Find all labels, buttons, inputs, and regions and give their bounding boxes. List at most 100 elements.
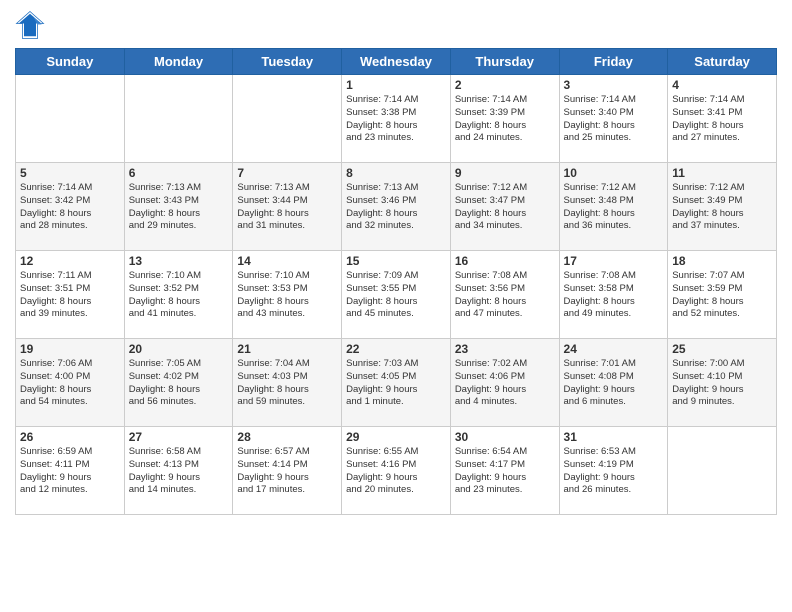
calendar-cell: 13Sunrise: 7:10 AM Sunset: 3:52 PM Dayli…: [124, 251, 233, 339]
day-info: Sunrise: 6:57 AM Sunset: 4:14 PM Dayligh…: [237, 446, 337, 497]
calendar-cell: 26 Sunrise: 6:59 AM Sunset: 4:11 PM Dayli…: [16, 427, 125, 515]
day-info: Sunrise: 7:07 AM Sunset: 3:59 PM Dayligh…: [672, 270, 772, 321]
logo-icon: [15, 10, 45, 40]
day-number: 27: [129, 430, 229, 444]
weekday-header-row: SundayMondayTuesdayWednesdayThursdayFrid…: [16, 49, 777, 75]
day-info: Sunrise: 7:13 AM Sunset: 3:46 PM Dayligh…: [346, 182, 446, 233]
calendar-week-row: 19 Sunrise: 7:06 AM Sunset: 4:00 PM Dayli…: [16, 339, 777, 427]
day-number: 22: [346, 342, 446, 356]
calendar-cell: [233, 75, 342, 163]
day-number: 18: [672, 254, 772, 268]
day-info: Sunrise: 7:12 AM Sunset: 3:48 PM Dayligh…: [564, 182, 664, 233]
day-info: Sunrise: 7:14 AM Sunset: 3:38 PM Dayligh…: [346, 94, 446, 145]
day-info: Sunrise: 7:10 AM Sunset: 3:53 PM Dayligh…: [237, 270, 337, 321]
day-info: Sunrise: 6:59 AM Sunset: 4:11 PM Dayligh…: [20, 446, 120, 497]
day-info: Sunrise: 7:03 AM Sunset: 4:05 PM Dayligh…: [346, 358, 446, 409]
calendar-cell: 12Sunrise: 7:11 AM Sunset: 3:51 PM Dayli…: [16, 251, 125, 339]
calendar-cell: 2 Sunrise: 7:14 AM Sunset: 3:39 PM Daylig…: [450, 75, 559, 163]
day-number: 16: [455, 254, 555, 268]
calendar-cell: 31Sunrise: 6:53 AM Sunset: 4:19 PM Dayli…: [559, 427, 668, 515]
header: [15, 10, 777, 40]
weekday-header-sunday: Sunday: [16, 49, 125, 75]
calendar-cell: 4 Sunrise: 7:14 AM Sunset: 3:41 PM Daylig…: [668, 75, 777, 163]
day-info: Sunrise: 7:12 AM Sunset: 3:49 PM Dayligh…: [672, 182, 772, 233]
calendar-cell: 1 Sunrise: 7:14 AM Sunset: 3:38 PM Daylig…: [342, 75, 451, 163]
day-number: 13: [129, 254, 229, 268]
day-info: Sunrise: 7:00 AM Sunset: 4:10 PM Dayligh…: [672, 358, 772, 409]
day-info: Sunrise: 7:12 AM Sunset: 3:47 PM Dayligh…: [455, 182, 555, 233]
weekday-header-thursday: Thursday: [450, 49, 559, 75]
day-number: 26: [20, 430, 120, 444]
calendar-cell: 11 Sunrise: 7:12 AM Sunset: 3:49 PM Dayli…: [668, 163, 777, 251]
calendar-cell: 25Sunrise: 7:00 AM Sunset: 4:10 PM Dayli…: [668, 339, 777, 427]
calendar-cell: 16 Sunrise: 7:08 AM Sunset: 3:56 PM Dayli…: [450, 251, 559, 339]
calendar-cell: 10 Sunrise: 7:12 AM Sunset: 3:48 PM Dayli…: [559, 163, 668, 251]
calendar-cell: 14 Sunrise: 7:10 AM Sunset: 3:53 PM Dayli…: [233, 251, 342, 339]
day-info: Sunrise: 7:13 AM Sunset: 3:43 PM Dayligh…: [129, 182, 229, 233]
weekday-header-tuesday: Tuesday: [233, 49, 342, 75]
day-number: 21: [237, 342, 337, 356]
day-info: Sunrise: 7:02 AM Sunset: 4:06 PM Dayligh…: [455, 358, 555, 409]
calendar-cell: 5Sunrise: 7:14 AM Sunset: 3:42 PM Daylig…: [16, 163, 125, 251]
calendar-cell: 24 Sunrise: 7:01 AM Sunset: 4:08 PM Dayli…: [559, 339, 668, 427]
calendar-week-row: 5Sunrise: 7:14 AM Sunset: 3:42 PM Daylig…: [16, 163, 777, 251]
day-info: Sunrise: 7:05 AM Sunset: 4:02 PM Dayligh…: [129, 358, 229, 409]
weekday-header-wednesday: Wednesday: [342, 49, 451, 75]
calendar-cell: 3Sunrise: 7:14 AM Sunset: 3:40 PM Daylig…: [559, 75, 668, 163]
calendar-cell: [668, 427, 777, 515]
calendar-cell: 30 Sunrise: 6:54 AM Sunset: 4:17 PM Dayli…: [450, 427, 559, 515]
calendar-cell: [16, 75, 125, 163]
calendar-cell: 8 Sunrise: 7:13 AM Sunset: 3:46 PM Daylig…: [342, 163, 451, 251]
day-info: Sunrise: 7:06 AM Sunset: 4:00 PM Dayligh…: [20, 358, 120, 409]
day-number: 5: [20, 166, 120, 180]
calendar-cell: 7 Sunrise: 7:13 AM Sunset: 3:44 PM Daylig…: [233, 163, 342, 251]
day-number: 10: [564, 166, 664, 180]
weekday-header-monday: Monday: [124, 49, 233, 75]
calendar-cell: 6 Sunrise: 7:13 AM Sunset: 3:43 PM Daylig…: [124, 163, 233, 251]
day-number: 2: [455, 78, 555, 92]
calendar-cell: 23 Sunrise: 7:02 AM Sunset: 4:06 PM Dayli…: [450, 339, 559, 427]
day-number: 4: [672, 78, 772, 92]
day-info: Sunrise: 7:01 AM Sunset: 4:08 PM Dayligh…: [564, 358, 664, 409]
day-number: 8: [346, 166, 446, 180]
day-number: 24: [564, 342, 664, 356]
calendar-week-row: 26 Sunrise: 6:59 AM Sunset: 4:11 PM Dayli…: [16, 427, 777, 515]
logo: [15, 10, 49, 40]
day-number: 15: [346, 254, 446, 268]
day-info: Sunrise: 7:14 AM Sunset: 3:41 PM Dayligh…: [672, 94, 772, 145]
day-number: 19: [20, 342, 120, 356]
calendar-cell: 17 Sunrise: 7:08 AM Sunset: 3:58 PM Dayli…: [559, 251, 668, 339]
day-number: 9: [455, 166, 555, 180]
day-number: 31: [564, 430, 664, 444]
day-info: Sunrise: 7:09 AM Sunset: 3:55 PM Dayligh…: [346, 270, 446, 321]
day-number: 30: [455, 430, 555, 444]
calendar-table: SundayMondayTuesdayWednesdayThursdayFrid…: [15, 48, 777, 515]
day-info: Sunrise: 7:04 AM Sunset: 4:03 PM Dayligh…: [237, 358, 337, 409]
day-number: 7: [237, 166, 337, 180]
day-number: 1: [346, 78, 446, 92]
day-number: 14: [237, 254, 337, 268]
day-info: Sunrise: 7:11 AM Sunset: 3:51 PM Dayligh…: [20, 270, 120, 321]
day-info: Sunrise: 7:14 AM Sunset: 3:39 PM Dayligh…: [455, 94, 555, 145]
calendar-cell: 21 Sunrise: 7:04 AM Sunset: 4:03 PM Dayli…: [233, 339, 342, 427]
calendar-cell: 29Sunrise: 6:55 AM Sunset: 4:16 PM Dayli…: [342, 427, 451, 515]
day-number: 6: [129, 166, 229, 180]
weekday-header-saturday: Saturday: [668, 49, 777, 75]
day-number: 11: [672, 166, 772, 180]
calendar-cell: 9 Sunrise: 7:12 AM Sunset: 3:47 PM Daylig…: [450, 163, 559, 251]
day-number: 28: [237, 430, 337, 444]
calendar-cell: 22 Sunrise: 7:03 AM Sunset: 4:05 PM Dayli…: [342, 339, 451, 427]
calendar-week-row: 12Sunrise: 7:11 AM Sunset: 3:51 PM Dayli…: [16, 251, 777, 339]
day-info: Sunrise: 6:55 AM Sunset: 4:16 PM Dayligh…: [346, 446, 446, 497]
day-info: Sunrise: 6:58 AM Sunset: 4:13 PM Dayligh…: [129, 446, 229, 497]
calendar-cell: 19 Sunrise: 7:06 AM Sunset: 4:00 PM Dayli…: [16, 339, 125, 427]
calendar-cell: [124, 75, 233, 163]
day-number: 17: [564, 254, 664, 268]
day-info: Sunrise: 7:08 AM Sunset: 3:56 PM Dayligh…: [455, 270, 555, 321]
day-number: 20: [129, 342, 229, 356]
day-number: 3: [564, 78, 664, 92]
day-number: 23: [455, 342, 555, 356]
day-info: Sunrise: 6:54 AM Sunset: 4:17 PM Dayligh…: [455, 446, 555, 497]
day-info: Sunrise: 7:13 AM Sunset: 3:44 PM Dayligh…: [237, 182, 337, 233]
day-info: Sunrise: 7:08 AM Sunset: 3:58 PM Dayligh…: [564, 270, 664, 321]
